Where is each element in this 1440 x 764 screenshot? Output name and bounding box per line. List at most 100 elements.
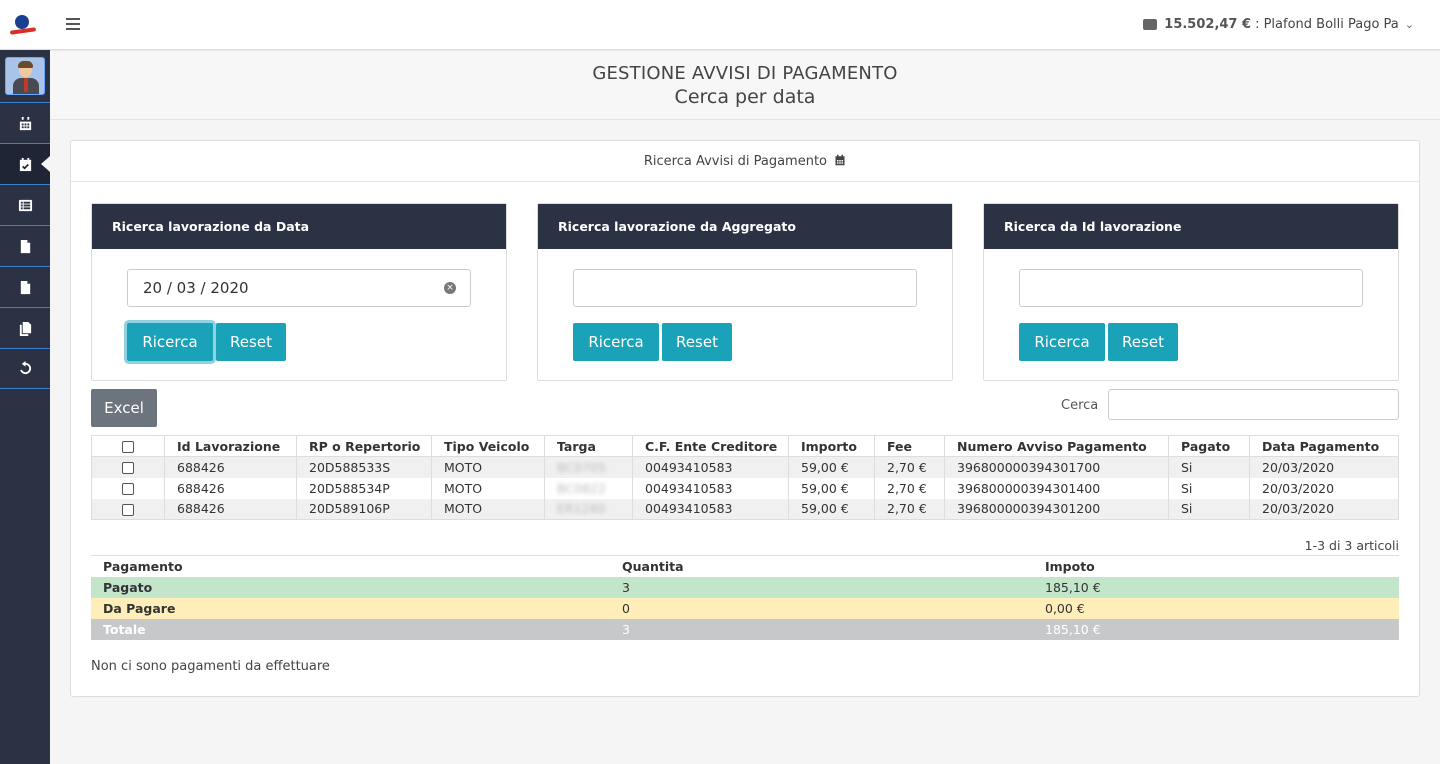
file-icon: [20, 239, 30, 253]
column-header[interactable]: C.F. Ente Creditore: [632, 435, 789, 457]
cell-tipo: MOTO: [431, 477, 545, 499]
avatar[interactable]: [5, 57, 45, 95]
summary-header-row: Pagamento Quantita Impoto: [91, 556, 1399, 577]
search-label: Cerca: [1061, 398, 1099, 413]
top-bar: 15.502,47 € : Plafond Bolli Pago Pa ⌄: [0, 0, 1440, 50]
cell-cf: 00493410583: [632, 498, 789, 520]
date-input[interactable]: [127, 269, 471, 307]
cell-id: 688426: [164, 477, 297, 499]
column-header[interactable]: Targa: [544, 435, 633, 457]
wallet-icon: [1143, 19, 1158, 30]
summary-header: Impoto: [1045, 558, 1095, 574]
page-header: GESTIONE AVVISI DI PAGAMENTO Cerca per d…: [50, 51, 1440, 120]
cell-avviso: 396800000394301700: [944, 456, 1169, 478]
cell-fee: 2,70 €: [874, 456, 945, 478]
card-search-by-aggregate: Ricerca lavorazione da Aggregato Ricerca…: [537, 203, 953, 381]
column-header[interactable]: RP o Repertorio: [296, 435, 432, 457]
cell-importo: 59,00 €: [788, 498, 875, 520]
column-header[interactable]: Numero Avviso Pagamento: [944, 435, 1169, 457]
file-icon: [20, 280, 30, 294]
panel-header: Ricerca Avvisi di Pagamento: [71, 141, 1419, 182]
sidebar-item-file-2[interactable]: [0, 266, 50, 307]
summary-qty: 0: [610, 597, 1033, 619]
calendar-check-icon: [19, 157, 31, 171]
cell-tipo: MOTO: [431, 456, 545, 478]
cell-targa: BC0705: [544, 456, 633, 478]
card-search-by-date: Ricerca lavorazione da Data × Ricerca Re…: [91, 203, 507, 381]
summary-row-pagato: Pagato 3 185,10 €: [91, 576, 1399, 598]
search-panel: Ricerca Avvisi di Pagamento Ricerca lavo…: [70, 140, 1420, 697]
table-row[interactable]: 688426 20D588534P MOTO BC0822 0049341058…: [91, 477, 1399, 499]
reset-button[interactable]: Reset: [662, 323, 732, 361]
cell-pagato: Si: [1168, 456, 1250, 478]
hamburger-menu-icon[interactable]: [66, 18, 80, 31]
cell-avviso: 396800000394301400: [944, 477, 1169, 499]
page-subtitle: Cerca per data: [674, 86, 816, 108]
select-all-cell: [91, 435, 165, 457]
cell-cf: 00493410583: [632, 477, 789, 499]
card-title: Ricerca lavorazione da Aggregato: [538, 204, 952, 249]
sidebar-item-calendar-check[interactable]: [0, 143, 50, 184]
sidebar-item-list[interactable]: [0, 184, 50, 225]
list-icon: [18, 199, 32, 211]
row-checkbox[interactable]: [122, 483, 134, 495]
clear-icon[interactable]: ×: [444, 282, 456, 294]
search-button[interactable]: Ricerca: [127, 323, 213, 361]
column-header[interactable]: Pagato: [1168, 435, 1250, 457]
reset-button[interactable]: Reset: [216, 323, 286, 361]
aggregate-input[interactable]: [573, 269, 917, 307]
cell-rp: 20D588534P: [296, 477, 432, 499]
cell-pagato: Si: [1168, 498, 1250, 520]
table-search-input[interactable]: [1108, 389, 1399, 420]
logo[interactable]: [9, 14, 38, 36]
plafond-dropdown[interactable]: 15.502,47 € : Plafond Bolli Pago Pa ⌄: [1143, 17, 1414, 32]
column-header[interactable]: Id Lavorazione: [164, 435, 297, 457]
select-all-checkbox[interactable]: [122, 441, 134, 453]
summary-row-totale: Totale 3 185,10 €: [91, 618, 1399, 640]
cell-pagato: Si: [1168, 477, 1250, 499]
column-header[interactable]: Tipo Veicolo: [431, 435, 545, 457]
summary-amount: 185,10 €: [1033, 618, 1399, 640]
card-search-by-id: Ricerca da Id lavorazione Ricerca Reset: [983, 203, 1399, 381]
undo-icon: [19, 361, 31, 375]
column-header[interactable]: Data Pagamento: [1249, 435, 1399, 457]
reset-button[interactable]: Reset: [1108, 323, 1178, 361]
row-checkbox[interactable]: [122, 503, 134, 516]
sidebar: [0, 50, 50, 764]
search-button[interactable]: Ricerca: [1019, 323, 1105, 361]
calendar-icon: [19, 116, 31, 130]
targa-value: BC0705: [557, 459, 606, 475]
summary-row-da-pagare: Da Pagare 0 0,00 €: [91, 597, 1399, 619]
cell-rp: 20D588533S: [296, 456, 432, 478]
sidebar-item-calendar[interactable]: [0, 102, 50, 143]
card-title: Ricerca lavorazione da Data: [92, 204, 506, 249]
table-row[interactable]: 688426 20D588533S MOTO BC0705 0049341058…: [91, 456, 1399, 478]
sidebar-item-copy[interactable]: [0, 307, 50, 348]
page-title: GESTIONE AVVISI DI PAGAMENTO: [592, 63, 898, 84]
status-message: Non ci sono pagamenti da effettuare: [91, 659, 330, 674]
summary-header: Pagamento: [103, 558, 183, 574]
sidebar-item-undo[interactable]: [0, 348, 50, 389]
card-title: Ricerca da Id lavorazione: [984, 204, 1398, 249]
summary-qty: 3: [610, 618, 1033, 640]
payments-table: Id Lavorazione RP o Repertorio Tipo Veic…: [91, 435, 1399, 520]
summary-label: Totale: [91, 618, 610, 640]
cell-fee: 2,70 €: [874, 498, 945, 520]
row-checkbox-cell: [91, 498, 165, 520]
column-header[interactable]: Importo: [788, 435, 875, 457]
cell-data: 20/03/2020: [1249, 477, 1399, 499]
plafond-amount: 15.502,47 €: [1164, 17, 1252, 32]
search-button[interactable]: Ricerca: [573, 323, 659, 361]
pagination-count: 1-3 di 3 articoli: [1304, 538, 1399, 553]
sidebar-item-file-1[interactable]: [0, 225, 50, 266]
row-checkbox-cell: [91, 456, 165, 478]
plafond-label: : Plafond Bolli Pago Pa: [1255, 17, 1399, 32]
table-row[interactable]: 688426 20D589106P MOTO ER1280 0049341058…: [91, 498, 1399, 520]
excel-export-button[interactable]: Excel: [91, 389, 157, 427]
chevron-down-icon: ⌄: [1404, 18, 1414, 31]
column-header[interactable]: Fee: [874, 435, 945, 457]
targa-value: BC0822: [557, 480, 606, 496]
id-input[interactable]: [1019, 269, 1363, 307]
cell-importo: 59,00 €: [788, 456, 875, 478]
row-checkbox[interactable]: [122, 462, 134, 475]
